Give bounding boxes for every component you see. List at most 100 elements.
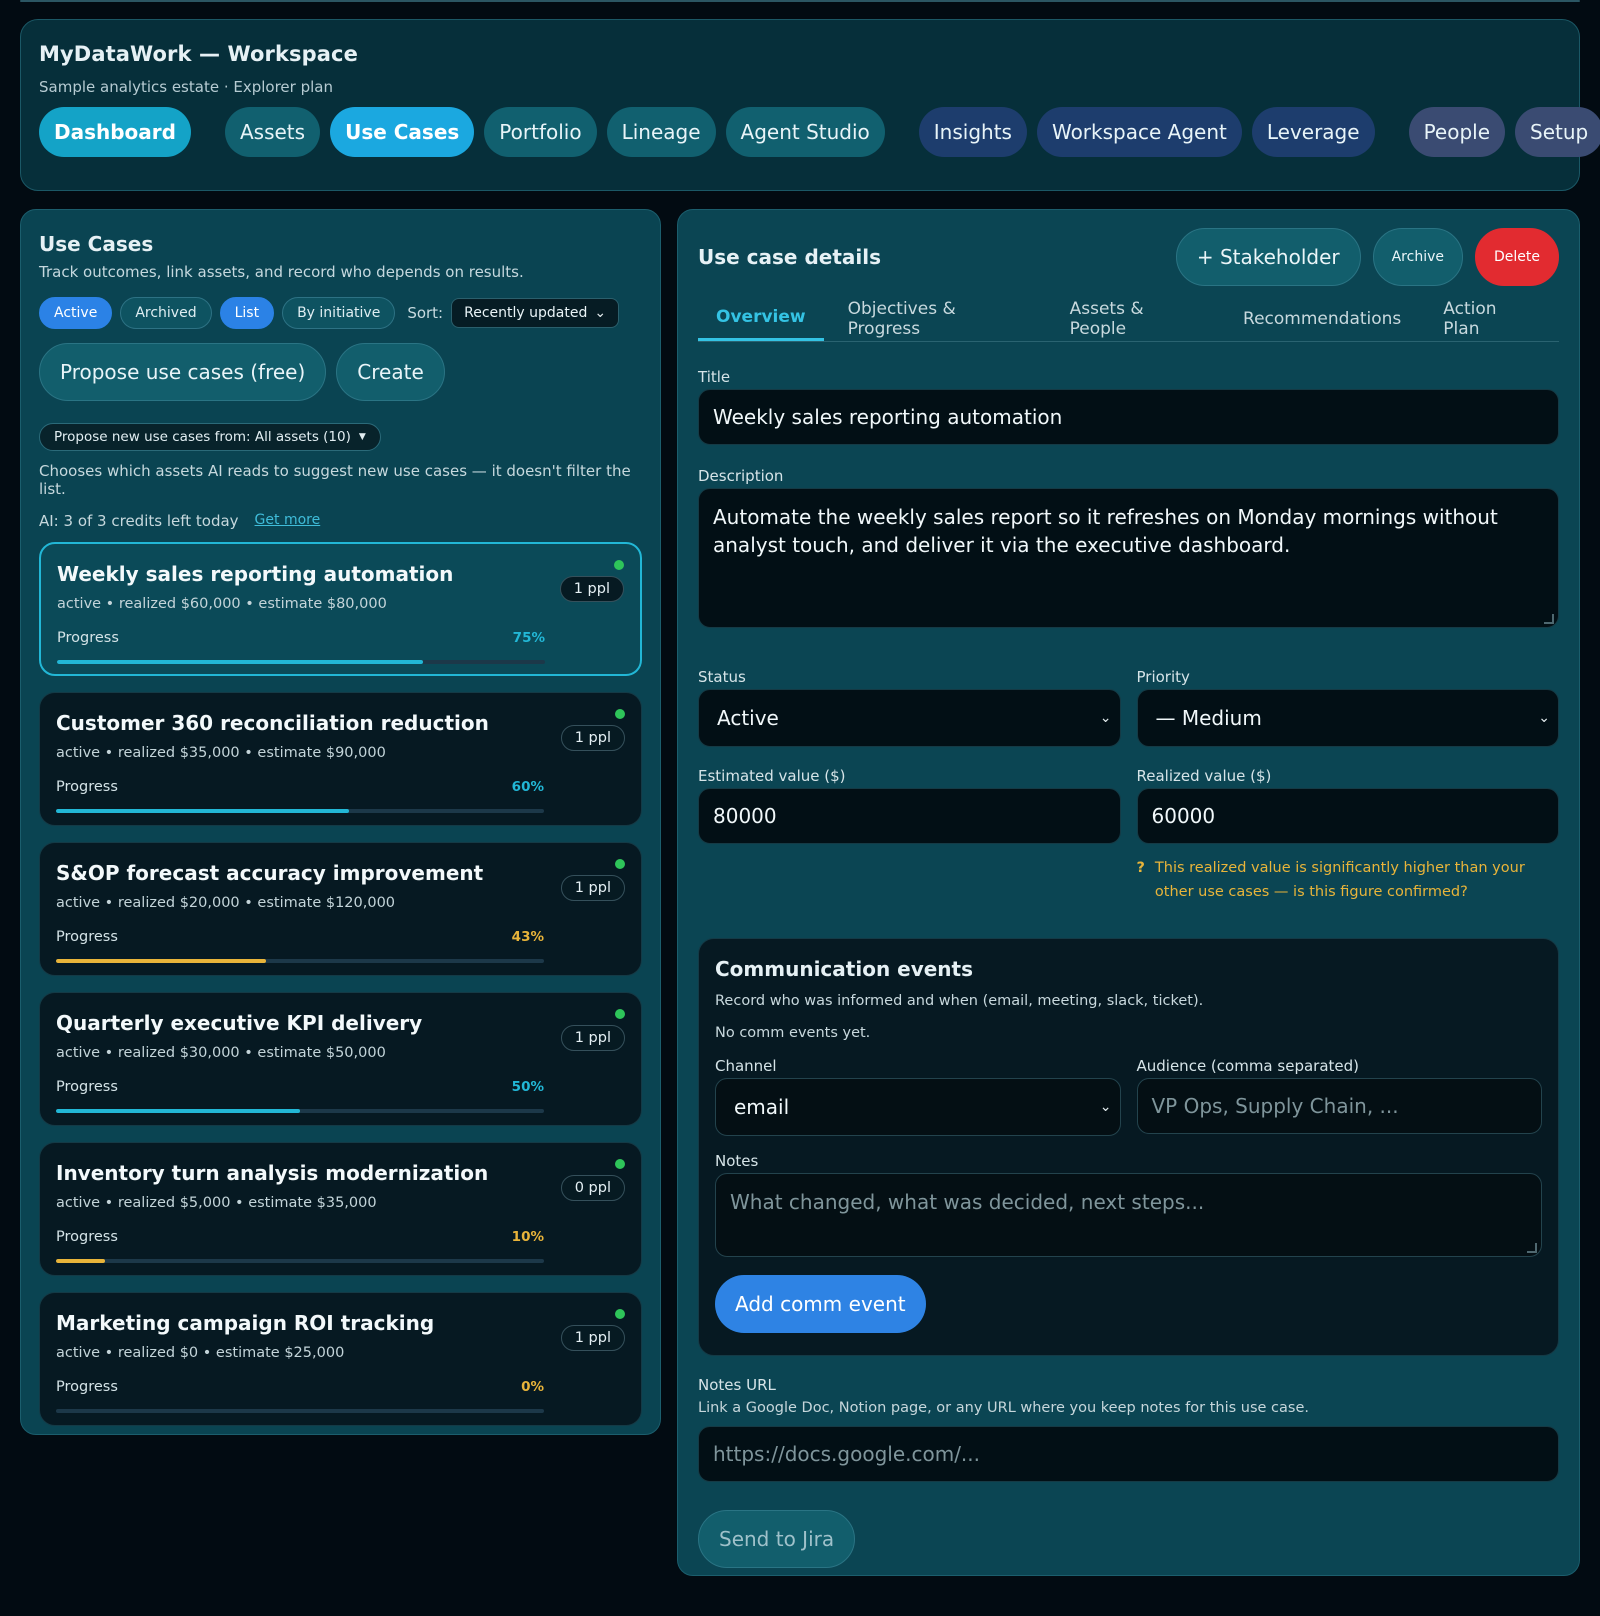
use-case-meta: active • realized $20,000 • estimate $12… [56, 895, 396, 911]
nav-agent-studio[interactable]: Agent Studio [725, 107, 885, 157]
resize-handle-icon[interactable] [1527, 1243, 1537, 1253]
details-title: Use case details [698, 245, 882, 269]
use-case-meta: active • realized $30,000 • estimate $50… [56, 1045, 386, 1061]
view-list[interactable]: List [219, 297, 275, 329]
resize-handle-icon[interactable] [1544, 614, 1554, 624]
nav-people[interactable]: People [1408, 107, 1506, 157]
progress-bar [56, 1259, 544, 1263]
nav-portfolio[interactable]: Portfolio [484, 107, 597, 157]
realized-value-input[interactable]: 60000 [1136, 788, 1559, 844]
use-cases-panel: Use Cases Track outcomes, link assets, a… [20, 209, 661, 1435]
value-row: Estimated value ($) 80000 Realized value… [698, 747, 1559, 904]
propose-source-label: Propose new use cases from: All assets (… [54, 429, 351, 445]
notes-url-input[interactable]: https://docs.google.com/... [698, 1426, 1559, 1482]
create-button[interactable]: Create [336, 343, 445, 401]
priority-value: — Medium [1155, 706, 1262, 730]
progress-percent: 10% [511, 1229, 544, 1245]
estimated-value-input[interactable]: 80000 [698, 788, 1121, 844]
channel-select[interactable]: email ⌄ [715, 1078, 1121, 1136]
filter-archived[interactable]: Archived [120, 297, 212, 329]
sort-value: Recently updated [464, 305, 588, 321]
description-textarea[interactable]: Automate the weekly sales report so it r… [698, 488, 1559, 628]
archive-button[interactable]: Archive [1372, 228, 1463, 286]
priority-label: Priority [1136, 668, 1190, 686]
notes-placeholder: What changed, what was decided, next ste… [730, 1190, 1205, 1214]
progress-percent: 75% [512, 630, 545, 646]
progress-label: Progress [56, 1379, 118, 1395]
use-case-title: Quarterly executive KPI delivery [56, 1011, 423, 1035]
title-input[interactable]: Weekly sales reporting automation [698, 389, 1559, 445]
use-case-card[interactable]: Quarterly executive KPI delivery active … [39, 992, 642, 1126]
nav-leverage[interactable]: Leverage [1251, 107, 1375, 157]
ai-credits: AI: 3 of 3 credits left today Get more [39, 512, 642, 530]
audience-label: Audience (comma separated) [1136, 1057, 1360, 1075]
use-case-meta: active • realized $35,000 • estimate $90… [56, 745, 386, 761]
channel-label: Channel [715, 1057, 777, 1075]
progress-fill [56, 1109, 300, 1113]
nav-setup[interactable]: Setup [1515, 107, 1600, 157]
use-case-card[interactable]: S&OP forecast accuracy improvement activ… [39, 842, 642, 976]
tab-action-plan[interactable]: Action Plan [1425, 296, 1553, 341]
use-case-meta: active • realized $0 • estimate $25,000 [56, 1345, 345, 1361]
app-title: MyDataWork — Workspace [39, 42, 358, 66]
view-by-initiative[interactable]: By initiative [282, 297, 396, 329]
progress-percent: 43% [511, 929, 544, 945]
channel-value: email [734, 1095, 790, 1119]
title-label: Title [698, 368, 731, 386]
app-header: MyDataWork — Workspace Sample analytics … [20, 19, 1600, 191]
tab-recommendations[interactable]: Recommendations [1225, 296, 1419, 341]
realized-field: Realized value ($) 60000 ? This realized… [1136, 747, 1559, 904]
add-stakeholder-button[interactable]: + Stakeholder [1175, 228, 1361, 286]
use-case-card[interactable]: Weekly sales reporting automation active… [39, 542, 642, 676]
estimated-label: Estimated value ($) [698, 767, 846, 785]
description-label: Description [698, 467, 784, 485]
use-case-card[interactable]: Inventory turn analysis modernization ac… [39, 1142, 642, 1276]
delete-button[interactable]: Delete [1475, 228, 1559, 286]
progress-row: Progress 43% [56, 929, 544, 945]
status-dot [615, 1009, 625, 1019]
nav-use-cases[interactable]: Use Cases [330, 107, 475, 157]
use-case-list: Weekly sales reporting automation active… [39, 542, 642, 1426]
notes-url-label: Notes URL [698, 1376, 776, 1394]
use-case-title: Customer 360 reconciliation reduction [56, 711, 489, 735]
progress-percent: 0% [521, 1379, 544, 1395]
description-text: Automate the weekly sales report so it r… [713, 505, 1498, 557]
progress-percent: 60% [511, 779, 544, 795]
nav-workspace-agent[interactable]: Workspace Agent [1036, 107, 1242, 157]
get-more-link[interactable]: Get more [255, 512, 321, 530]
tab-overview[interactable]: Overview [698, 296, 824, 341]
status-select[interactable]: Active ⌄ [698, 689, 1121, 747]
status-label: Status [698, 668, 746, 686]
people-badge: 0 ppl [560, 1175, 625, 1201]
use-case-card[interactable]: Customer 360 reconciliation reduction ac… [39, 692, 642, 826]
sort-select[interactable]: Recently updated ⌄ [451, 298, 620, 328]
nav-insights[interactable]: Insights [918, 107, 1027, 157]
tab-assets-people[interactable]: Assets & People [1052, 296, 1219, 341]
progress-bar [56, 959, 544, 963]
progress-row: Progress 10% [56, 1229, 544, 1245]
progress-fill [56, 959, 266, 963]
nav-dashboard[interactable]: Dashboard [39, 107, 191, 157]
propose-use-cases-button[interactable]: Propose use cases (free) [39, 343, 327, 401]
sort-label: Sort: [407, 304, 444, 322]
tab-objectives-progress[interactable]: Objectives & Progress [830, 296, 1046, 341]
audience-field: Audience (comma separated) VP Ops, Suppl… [1136, 1041, 1542, 1136]
nav-lineage[interactable]: Lineage [606, 107, 716, 157]
filter-bar: Active Archived List By initiative Sort:… [39, 297, 642, 329]
add-comm-event-button[interactable]: Add comm event [715, 1275, 926, 1333]
send-to-jira-button[interactable]: Send to Jira [698, 1510, 856, 1568]
warning-text: This realized value is significantly hig… [1154, 860, 1525, 900]
nav-assets[interactable]: Assets [224, 107, 321, 157]
priority-select[interactable]: — Medium ⌄ [1136, 689, 1559, 747]
use-case-card[interactable]: Marketing campaign ROI tracking active •… [39, 1292, 642, 1426]
chevron-down-icon: ⌄ [1099, 1099, 1112, 1115]
filter-active[interactable]: Active [39, 297, 113, 329]
propose-source-select[interactable]: Propose new use cases from: All assets (… [39, 423, 381, 451]
notes-textarea[interactable]: What changed, what was decided, next ste… [715, 1173, 1542, 1257]
panel-title: Use Cases [39, 232, 154, 256]
progress-label: Progress [56, 929, 118, 945]
details-header: Use case details + Stakeholder Archive D… [698, 228, 1559, 286]
audience-input[interactable]: VP Ops, Supply Chain, ... [1136, 1078, 1542, 1134]
progress-label: Progress [56, 1079, 118, 1095]
channel-field: Channel email ⌄ [715, 1041, 1121, 1136]
